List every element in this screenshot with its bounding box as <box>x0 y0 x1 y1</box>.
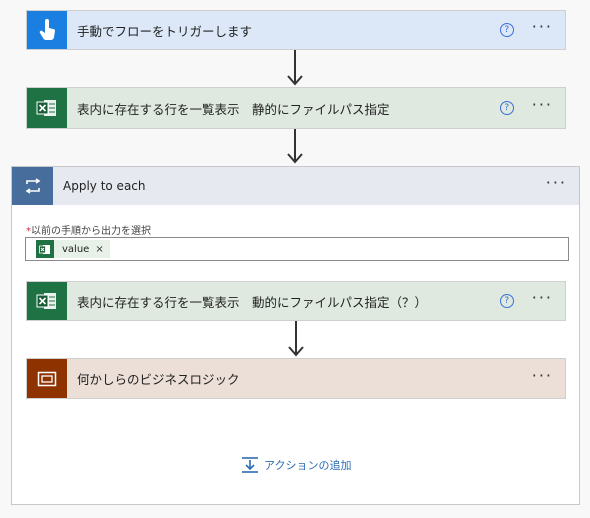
apply-to-each-scope: Apply to each ··· *以前の手順から出力を選択 value × <box>11 166 580 505</box>
touch-trigger-icon <box>27 11 67 49</box>
help-icon[interactable]: ? <box>499 23 514 37</box>
connector-arrow <box>287 321 305 359</box>
trigger-card[interactable]: 手動でフローをトリガーします ? ··· <box>26 10 566 50</box>
add-action-button[interactable]: アクションの追加 <box>240 456 351 474</box>
list-rows-dynamic-card[interactable]: 表内に存在する行を一覧表示 動的にファイルパス指定（？） ? ··· <box>26 281 566 321</box>
help-icon[interactable]: ? <box>499 101 514 115</box>
select-output-input[interactable]: value × <box>25 237 569 261</box>
more-options-button[interactable]: ··· <box>532 367 553 387</box>
add-action-label: アクションの追加 <box>264 459 352 472</box>
select-output-label: *以前の手順から出力を選択 <box>26 226 151 237</box>
add-action-icon <box>242 457 258 473</box>
excel-icon <box>36 240 54 258</box>
connector-arrow <box>286 50 304 88</box>
more-options-button[interactable]: ··· <box>532 19 553 38</box>
token-label: value <box>62 243 90 255</box>
help-icon[interactable]: ? <box>499 294 514 308</box>
excel-icon <box>27 88 67 128</box>
business-logic-title: 何かしらのビジネスロジック <box>77 372 240 387</box>
trigger-title: 手動でフローをトリガーします <box>77 23 253 39</box>
loop-icon <box>12 167 53 205</box>
token-remove-button[interactable]: × <box>95 244 103 255</box>
list-rows-static-title: 表内に存在する行を一覧表示 静的にファイルパス指定 <box>77 101 390 117</box>
more-options-button[interactable]: ··· <box>532 290 553 309</box>
list-rows-dynamic-title: 表内に存在する行を一覧表示 動的にファイルパス指定（？） <box>77 294 428 310</box>
dynamic-content-token[interactable]: value × <box>36 240 110 258</box>
connector-arrow <box>286 129 304 166</box>
more-options-button[interactable]: ··· <box>546 175 567 194</box>
apply-to-each-header[interactable]: Apply to each ··· <box>12 167 579 205</box>
list-rows-static-card[interactable]: 表内に存在する行を一覧表示 静的にファイルパス指定 ? ··· <box>26 87 566 129</box>
business-logic-card[interactable]: 何かしらのビジネスロジック ··· <box>26 358 566 399</box>
more-options-button[interactable]: ··· <box>532 97 553 116</box>
apply-to-each-title: Apply to each <box>63 179 146 193</box>
scope-icon <box>27 359 67 398</box>
excel-icon <box>27 282 67 320</box>
